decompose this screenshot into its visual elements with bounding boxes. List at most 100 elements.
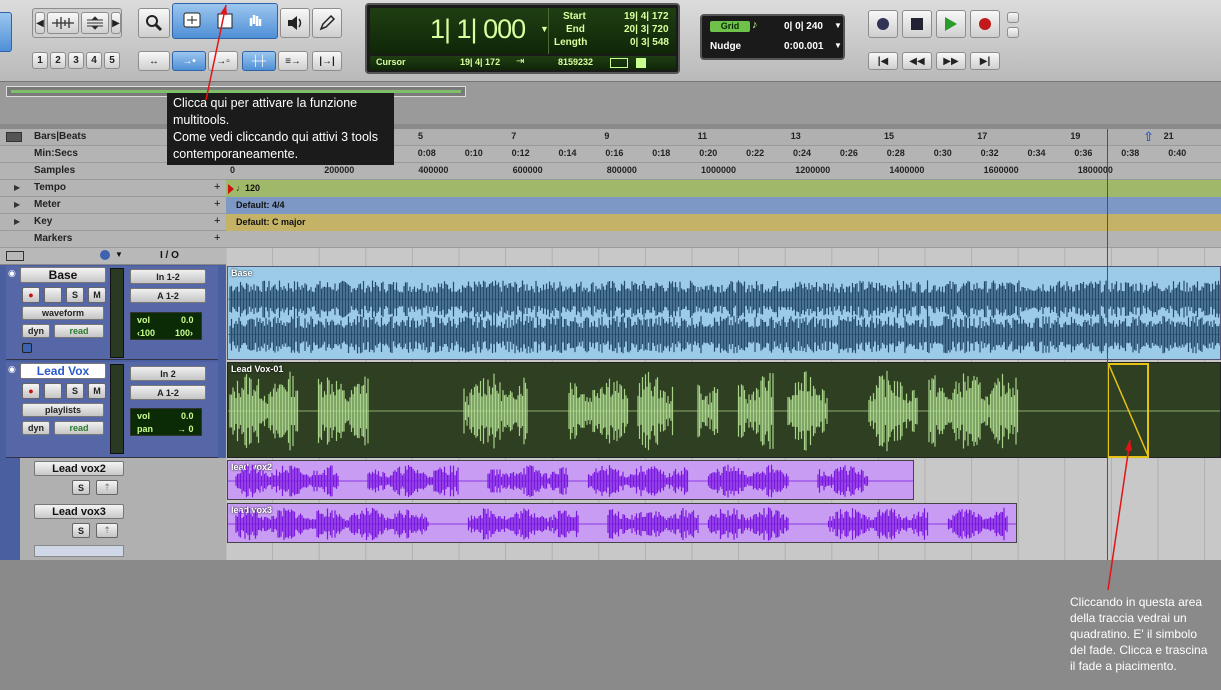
link-timeline-button[interactable]: |→|	[312, 51, 342, 71]
tab-to-transient-button[interactable]: ≡→	[278, 51, 308, 71]
track-height-icon[interactable]	[81, 12, 109, 34]
expand-transport-down[interactable]	[1007, 27, 1019, 38]
grid-value[interactable]: 0| 0| 240	[784, 21, 823, 32]
base-output-selector[interactable]: A 1-2	[130, 288, 206, 303]
base-clip[interactable]: Base	[227, 266, 1221, 360]
leadvox-automation-selector[interactable]: read	[54, 421, 104, 435]
base-timebase-icon[interactable]	[22, 343, 32, 353]
go-to-end-button[interactable]: ▶|	[970, 52, 1000, 70]
tempo-ruler[interactable]: ▶ Tempo + ♩120	[0, 180, 1221, 197]
key-expand-icon[interactable]: ▶	[14, 217, 20, 226]
shuffle-mode-button[interactable]: ↔	[138, 51, 170, 71]
end-value[interactable]: 20| 3| 720	[624, 24, 669, 35]
base-input-selector[interactable]: In 1-2	[130, 269, 206, 284]
timebase-icon[interactable]	[100, 250, 110, 260]
markers-ruler[interactable]: Markers +	[0, 231, 1221, 248]
base-automation-selector[interactable]: read	[54, 324, 104, 338]
base-dyn-button[interactable]: dyn	[22, 324, 50, 338]
leadvox2-promote-icon[interactable]: ⇡	[96, 480, 118, 495]
markers-label: Markers	[34, 233, 73, 244]
zoom-preset-5[interactable]: 5	[104, 52, 120, 69]
spot-mode-button[interactable]: →▫	[208, 51, 238, 71]
leadvox-volume-pan-display[interactable]: vol 0.0 pan → 0	[130, 408, 202, 436]
scrubber-tool-button[interactable]	[280, 8, 310, 38]
nudge-dropdown-icon[interactable]: ▼	[834, 41, 842, 50]
leadvox-collapse-icon[interactable]: ◉	[8, 364, 16, 375]
leadvox-track-name[interactable]: Lead Vox	[20, 363, 106, 379]
zoom-preset-3[interactable]: 3	[68, 52, 84, 69]
samples-ruler[interactable]: Samples 0 200000 400000 600000 800000 1000000…	[0, 163, 1221, 180]
tempo-add-icon[interactable]: +	[214, 181, 220, 193]
leadvox3-solo-button[interactable]: S	[72, 523, 90, 538]
meter-expand-icon[interactable]: ▶	[14, 200, 20, 209]
base-mute-button[interactable]: M	[88, 287, 106, 303]
base-collapse-icon[interactable]: ◉	[8, 268, 16, 279]
leadvox-record-button[interactable]: ●	[22, 383, 40, 399]
track-view-icon[interactable]	[6, 251, 24, 261]
zoom-preset-4[interactable]: 4	[86, 52, 102, 69]
leadvox-input-selector[interactable]: In 2	[130, 366, 206, 381]
grid-dropdown-icon[interactable]: ▼	[834, 21, 842, 30]
end-icon: ▶|	[979, 55, 991, 67]
zoomer-tool-button[interactable]	[138, 8, 170, 38]
end-label: End	[566, 24, 585, 35]
slip-mode-button[interactable]: →•	[172, 51, 206, 71]
grid-toggle[interactable]: Grid	[710, 21, 750, 32]
zoom-right-icon[interactable]: ▶	[111, 12, 121, 34]
leadvox-solo-button[interactable]: S	[66, 383, 84, 399]
edit-mode-button[interactable]	[0, 12, 12, 52]
smart-tool-button[interactable]	[172, 3, 278, 39]
leadvox-output-selector[interactable]: A 1-2	[130, 385, 206, 400]
base-vol-value: 0.0	[181, 315, 194, 325]
counter-display[interactable]: 1| 1| 000 ▼ Start End Length 19| 4| 172 …	[370, 8, 676, 54]
leadvox-input-monitor-button[interactable]	[44, 383, 62, 399]
key-ruler[interactable]: ▶ Key + Default: C major	[0, 214, 1221, 231]
tempo-expand-icon[interactable]: ▶	[14, 183, 20, 192]
fade-selection-box[interactable]	[1107, 363, 1150, 459]
base-record-button[interactable]: ●	[22, 287, 40, 303]
ruler-menu-icon[interactable]	[6, 132, 22, 142]
start-value[interactable]: 19| 4| 172	[624, 11, 669, 22]
leadvox3-playlist-name[interactable]: Lead vox3	[34, 504, 124, 519]
record-button[interactable]	[970, 10, 1000, 38]
zoom-cluster: ◀ ▶	[32, 8, 122, 38]
leadvox-view-selector[interactable]: playlists	[22, 403, 104, 417]
playhead-marker-icon[interactable]: ⇧	[1143, 129, 1154, 145]
stop-button[interactable]	[902, 10, 932, 38]
smart-tool-icon	[183, 12, 262, 29]
note-line-3: quadratino. E' il simbolo	[1070, 627, 1198, 641]
header-dropdown-icon[interactable]: ▼	[115, 250, 123, 259]
meter-add-icon[interactable]: +	[214, 198, 220, 210]
base-volume-pan-display[interactable]: vol 0.0 ‹100 100›	[130, 312, 202, 340]
base-track-name[interactable]: Base	[20, 267, 106, 283]
base-view-selector[interactable]: waveform	[22, 306, 104, 320]
online-button[interactable]	[868, 10, 898, 38]
zoom-preset-2[interactable]: 2	[50, 52, 66, 69]
leadvox3-promote-icon[interactable]: ⇡	[96, 523, 118, 538]
leadvox2-clip[interactable]: lead vox2	[227, 460, 914, 500]
pencil-tool-button[interactable]	[312, 8, 342, 38]
tempo-marker-icon[interactable]	[228, 184, 234, 194]
meter-ruler[interactable]: ▶ Meter + Default: 4/4	[0, 197, 1221, 214]
grid-mode-button[interactable]: ┼┼	[242, 51, 276, 71]
zoom-left-icon[interactable]: ◀	[35, 12, 45, 34]
fast-forward-button[interactable]: ▶▶	[936, 52, 966, 70]
waveform-zoom-icon[interactable]	[47, 12, 79, 34]
rewind-button[interactable]: ◀◀	[902, 52, 932, 70]
return-to-zero-button[interactable]: |◀	[868, 52, 898, 70]
zoom-preset-1[interactable]: 1	[32, 52, 48, 69]
leadvox-clip[interactable]: Lead Vox-01	[227, 362, 1221, 458]
expand-transport-up[interactable]	[1007, 12, 1019, 23]
leadvox-mute-button[interactable]: M	[88, 383, 106, 399]
length-value[interactable]: 0| 3| 548	[630, 37, 669, 48]
markers-add-icon[interactable]: +	[214, 232, 220, 244]
leadvox3-clip[interactable]: lead vox3	[227, 503, 1017, 543]
key-add-icon[interactable]: +	[214, 215, 220, 227]
play-button[interactable]	[936, 10, 966, 38]
leadvox2-playlist-name[interactable]: Lead vox2	[34, 461, 124, 476]
nudge-value[interactable]: 0:00.001	[784, 41, 823, 52]
base-input-monitor-button[interactable]	[44, 287, 62, 303]
base-solo-button[interactable]: S	[66, 287, 84, 303]
leadvox-dyn-button[interactable]: dyn	[22, 421, 50, 435]
leadvox2-solo-button[interactable]: S	[72, 480, 90, 495]
